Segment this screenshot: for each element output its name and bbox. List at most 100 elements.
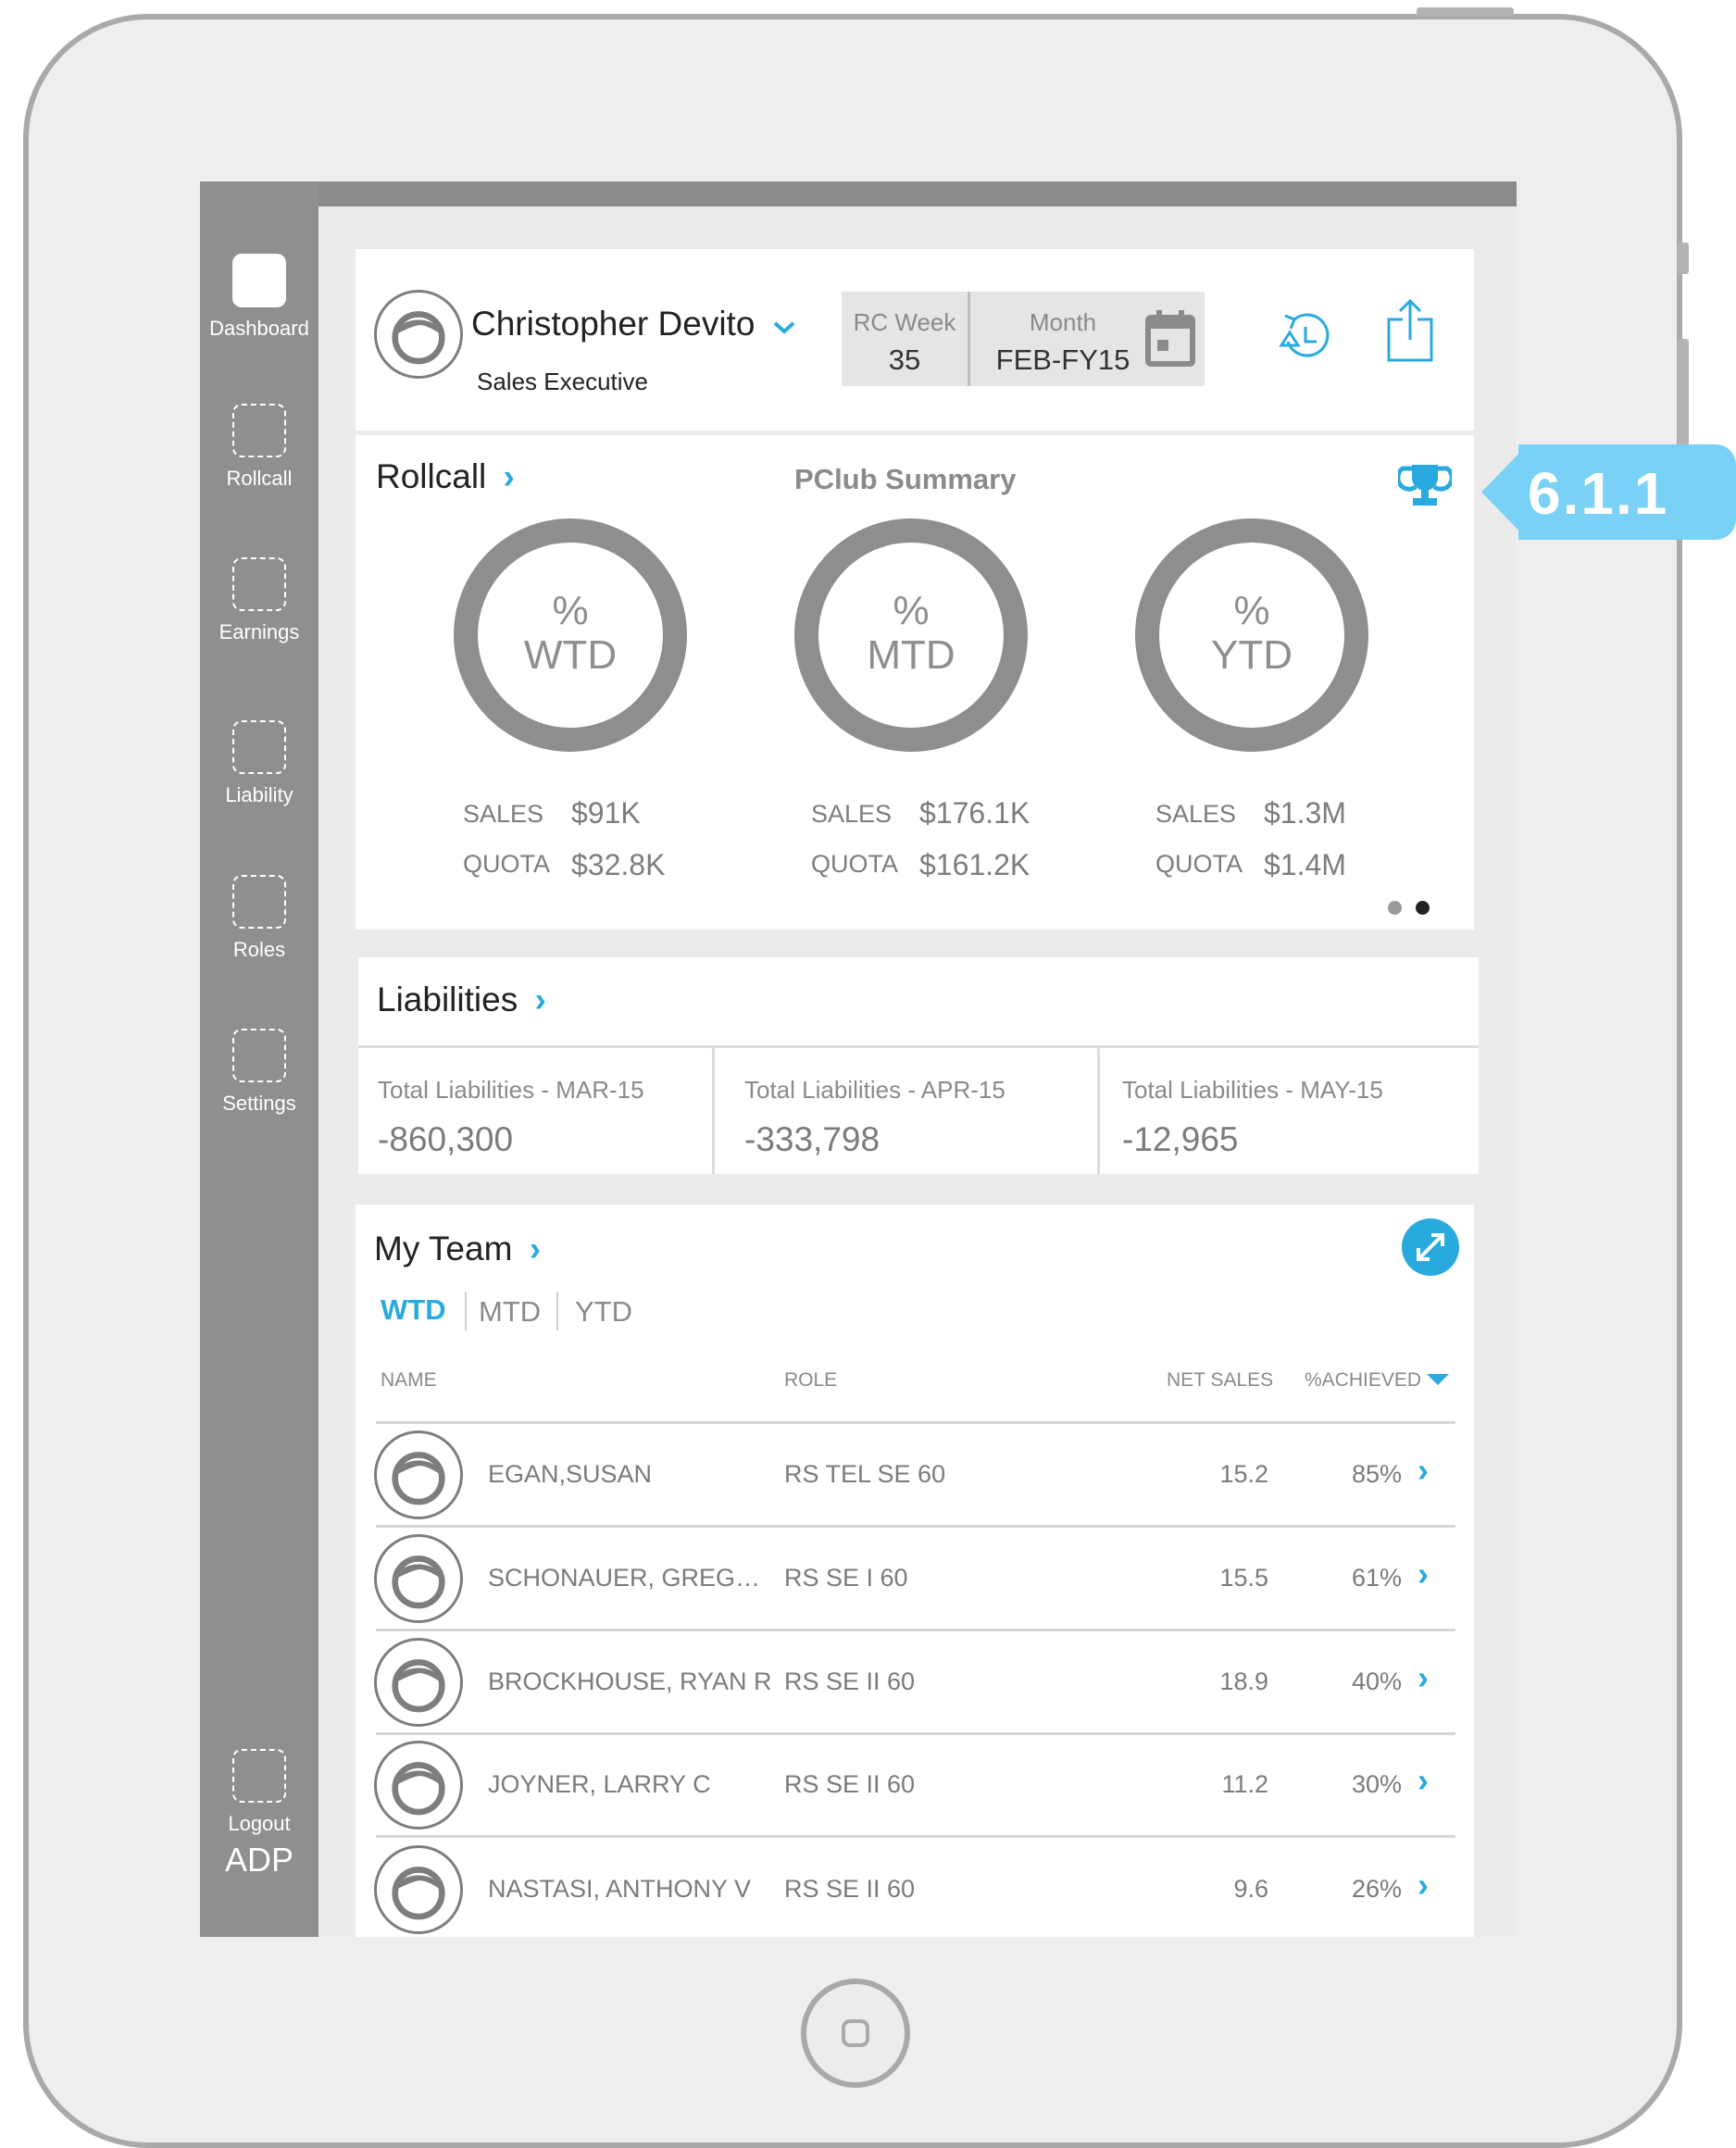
annotation-badge-label: 6.1.1 [1528, 460, 1669, 527]
rc-week-label: RC Week [853, 308, 956, 336]
wtd-quota-value: $32.8K [571, 848, 666, 881]
chevron-right-icon: › [1418, 1761, 1429, 1799]
column-header-name[interactable]: NAME [381, 1369, 437, 1392]
pager-dot-2-active[interactable] [1416, 901, 1430, 915]
calendar-icon[interactable] [1144, 308, 1196, 368]
avatar [374, 1534, 463, 1623]
my-team-card: My Team › WTD MTD YTD NAME ROLE NET SALE… [356, 1205, 1474, 1937]
user-avatar[interactable] [374, 290, 463, 379]
chevron-right-icon: › [534, 980, 546, 1018]
liability-may-value: -12,965 [1122, 1120, 1239, 1158]
sidebar-item-roles[interactable]: Roles [200, 875, 318, 962]
history-icon[interactable] [1274, 305, 1335, 366]
column-header-achieved[interactable]: %ACHIEVED [1305, 1369, 1421, 1392]
pager-dot-1[interactable] [1388, 901, 1402, 915]
chevron-right-icon: › [1418, 1555, 1429, 1592]
period-selector[interactable]: RC Week 35 Month FEB-FY15 [842, 292, 1205, 386]
rollcall-title[interactable]: Rollcall › [376, 457, 515, 496]
liability-mar-label: Total Liabilities - MAR-15 [378, 1076, 644, 1104]
wtd-progress-ring[interactable]: % WTD [454, 518, 687, 752]
quota-label: QUOTA [463, 850, 550, 878]
table-row[interactable]: SCHONAUER, GREG… RS SE I 60 15.5 61% › [356, 1527, 1474, 1631]
user-name[interactable]: Christopher Devito [471, 305, 755, 343]
tab-mtd[interactable]: MTD [479, 1295, 541, 1329]
row-name: NASTASI, ANTHONY V [488, 1875, 752, 1903]
liabilities-card: Liabilities › Total Liabilities - MAR-15… [358, 957, 1479, 1174]
sales-label: SALES [1155, 800, 1237, 828]
avatar [374, 1845, 463, 1934]
wtd-sales-value: $91K [571, 796, 641, 830]
table-row[interactable]: JOYNER, LARRY C RS SE II 60 11.2 30% › [356, 1733, 1474, 1838]
sidebar-item-label: Roles [232, 938, 286, 961]
column-header-role[interactable]: ROLE [784, 1369, 837, 1392]
screen: Dashboard Rollcall Earnings Liability Ro… [200, 181, 1517, 1937]
sort-down-icon[interactable] [1425, 1372, 1451, 1387]
row-role: RS SE II 60 [784, 1770, 916, 1798]
logout-button[interactable]: Logout [200, 1749, 318, 1836]
user-face-icon [392, 311, 445, 365]
home-button[interactable] [801, 1979, 910, 2088]
table-row[interactable]: BROCKHOUSE, RYAN R RS SE II 60 18.9 40% › [356, 1630, 1474, 1735]
brand-logo: ADP [224, 1841, 294, 1879]
sales-label: SALES [811, 800, 893, 828]
mtd-progress-ring[interactable]: % MTD [794, 518, 1028, 752]
divider [1097, 1048, 1100, 1174]
sidebar-item-settings[interactable]: Settings [200, 1029, 318, 1116]
expand-icon[interactable] [1401, 1218, 1460, 1277]
chevron-right-icon: › [1418, 1658, 1429, 1696]
share-icon[interactable] [1384, 297, 1436, 364]
row-role: RS SE II 60 [784, 1667, 916, 1695]
divider [712, 1048, 715, 1174]
sidebar: Dashboard Rollcall Earnings Liability Ro… [200, 181, 318, 1937]
ytd-progress-ring[interactable]: % YTD [1135, 518, 1368, 752]
quota-label: QUOTA [811, 850, 898, 878]
liability-may-label: Total Liabilities - MAY-15 [1122, 1076, 1383, 1104]
logout-icon [232, 1749, 286, 1803]
row-role: RS SE II 60 [784, 1875, 916, 1903]
ring-period: YTD [1211, 632, 1293, 678]
chevron-right-icon: › [1418, 1451, 1429, 1489]
row-net-sales: 9.6 [1233, 1875, 1268, 1903]
ring-percent: % [552, 588, 589, 633]
chevron-right-icon: › [529, 1230, 542, 1268]
rc-week-value: 35 [888, 343, 921, 376]
row-net-sales: 15.2 [1219, 1460, 1268, 1488]
liability-apr-value: -333,798 [744, 1120, 880, 1158]
row-achieved: 85% [1351, 1460, 1402, 1488]
avatar [374, 1430, 463, 1519]
liabilities-title[interactable]: Liabilities › [377, 980, 546, 1019]
sidebar-item-dashboard[interactable]: Dashboard [200, 254, 318, 341]
month-label: Month [1029, 308, 1097, 336]
row-achieved: 40% [1351, 1667, 1402, 1695]
table-row[interactable]: NASTASI, ANTHONY V RS SE II 60 9.6 26% › [356, 1838, 1474, 1937]
row-role: RS SE I 60 [784, 1564, 908, 1592]
chevron-right-icon: › [503, 457, 515, 495]
sidebar-item-rollcall[interactable]: Rollcall [200, 404, 318, 491]
column-header-net-sales[interactable]: NET SALES [1167, 1369, 1273, 1392]
tab-ytd[interactable]: YTD [575, 1295, 632, 1329]
user-face-icon [392, 1555, 445, 1609]
table-row[interactable]: EGAN,SUSAN RS TEL SE 60 15.2 85% › [356, 1423, 1474, 1528]
ring-percent: % [893, 588, 930, 633]
user-face-icon [392, 1867, 445, 1920]
ring-label: % MTD [818, 589, 1004, 678]
row-name: SCHONAUER, GREG… [488, 1564, 761, 1592]
header-card: Christopher Devito Sales Executive RC We… [356, 249, 1474, 431]
pclub-summary-title: PClub Summary [794, 463, 1017, 495]
tab-wtd[interactable]: WTD [381, 1293, 446, 1327]
earnings-icon [232, 557, 286, 611]
user-face-icon [392, 1762, 445, 1816]
row-achieved: 61% [1351, 1564, 1402, 1592]
logout-label: Logout [228, 1812, 291, 1835]
divider [465, 1292, 467, 1330]
sidebar-item-label: Dashboard [209, 317, 309, 340]
trophy-icon[interactable] [1398, 461, 1452, 509]
liability-mar-value: -860,300 [378, 1120, 514, 1158]
roles-icon [232, 875, 286, 929]
avatar [374, 1638, 463, 1727]
home-square-icon [842, 2019, 869, 2047]
sidebar-item-liability[interactable]: Liability [200, 720, 318, 807]
sidebar-item-earnings[interactable]: Earnings [200, 557, 318, 644]
chevron-down-icon[interactable] [772, 319, 796, 336]
my-team-title[interactable]: My Team › [374, 1230, 541, 1268]
